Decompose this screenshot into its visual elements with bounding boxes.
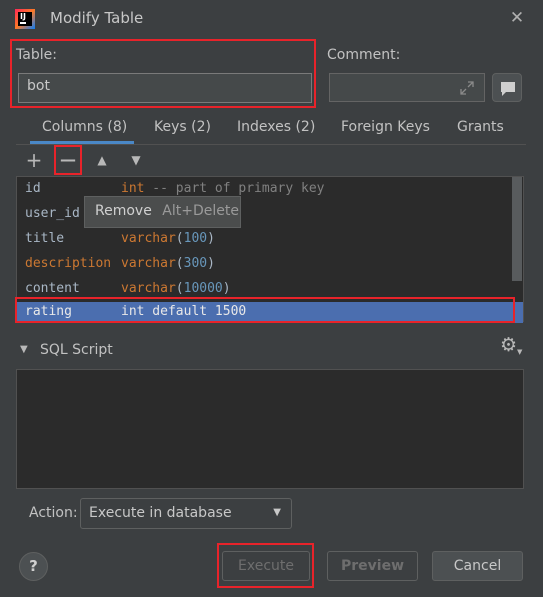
help-icon: ? [29, 557, 38, 575]
move-down-icon[interactable]: ▼ [124, 149, 148, 171]
tooltip-label: Remove [95, 203, 152, 219]
chevron-down-icon: ▼ [273, 507, 281, 518]
cancel-button[interactable]: Cancel [432, 551, 523, 581]
comment-editor-button[interactable] [492, 73, 522, 102]
preview-button[interactable]: Preview [327, 551, 418, 581]
tab-foreign-keys[interactable]: Foreign Keys [341, 119, 430, 135]
sql-script-editor[interactable] [16, 369, 524, 489]
table-name-input[interactable]: bot [18, 73, 312, 103]
column-name: user_id [25, 206, 80, 221]
action-label: Action: [29, 505, 78, 521]
comment-label: Comment: [327, 47, 401, 63]
add-column-icon[interactable]: + [22, 149, 46, 171]
column-type: int -- part of primary key [121, 181, 325, 196]
column-type: varchar(300) [121, 256, 215, 271]
expand-icon[interactable] [458, 79, 476, 97]
remove-tooltip: Remove Alt+Delete [84, 196, 241, 228]
column-name: content [25, 281, 80, 296]
chevron-down-icon[interactable]: ▼ [20, 344, 28, 355]
intellij-app-icon: IJ [14, 8, 36, 30]
gear-icon[interactable]: ⚙ [500, 334, 517, 356]
selected-row-highlight [15, 297, 515, 323]
window-title: Modify Table [50, 9, 144, 27]
column-row[interactable]: title varchar(100) [17, 227, 509, 252]
execute-button[interactable]: Execute [222, 551, 310, 581]
tab-keys[interactable]: Keys (2) [154, 119, 211, 135]
tab-indexes[interactable]: Indexes (2) [237, 119, 315, 135]
columns-scrollbar[interactable] [512, 177, 522, 281]
action-selected-value: Execute in database [89, 505, 232, 521]
table-label: Table: [16, 47, 57, 63]
tooltip-shortcut: Alt+Delete [162, 203, 239, 219]
speech-bubble-icon [501, 82, 515, 96]
help-button[interactable]: ? [19, 552, 48, 581]
tabs-divider [16, 144, 526, 145]
move-up-icon[interactable]: ▲ [90, 149, 114, 171]
column-name: id [25, 181, 41, 196]
column-name: description [25, 256, 112, 271]
column-name: title [25, 231, 65, 246]
title-bar: IJ Modify Table ✕ [0, 0, 543, 36]
tab-grants[interactable]: Grants [457, 119, 504, 135]
action-select[interactable]: Execute in database ▼ [80, 498, 292, 529]
tab-columns[interactable]: Columns (8) [42, 119, 127, 135]
column-type: varchar(10000) [121, 281, 231, 296]
column-row[interactable]: description varchar(300) [17, 252, 509, 277]
sql-script-label[interactable]: SQL Script [40, 342, 113, 358]
column-type: varchar(100) [121, 231, 215, 246]
app-icon-text: IJ [20, 12, 26, 21]
close-icon[interactable]: ✕ [505, 6, 529, 30]
gear-dropdown-icon[interactable]: ▼ [517, 348, 522, 356]
remove-column-icon[interactable]: — [56, 149, 80, 171]
